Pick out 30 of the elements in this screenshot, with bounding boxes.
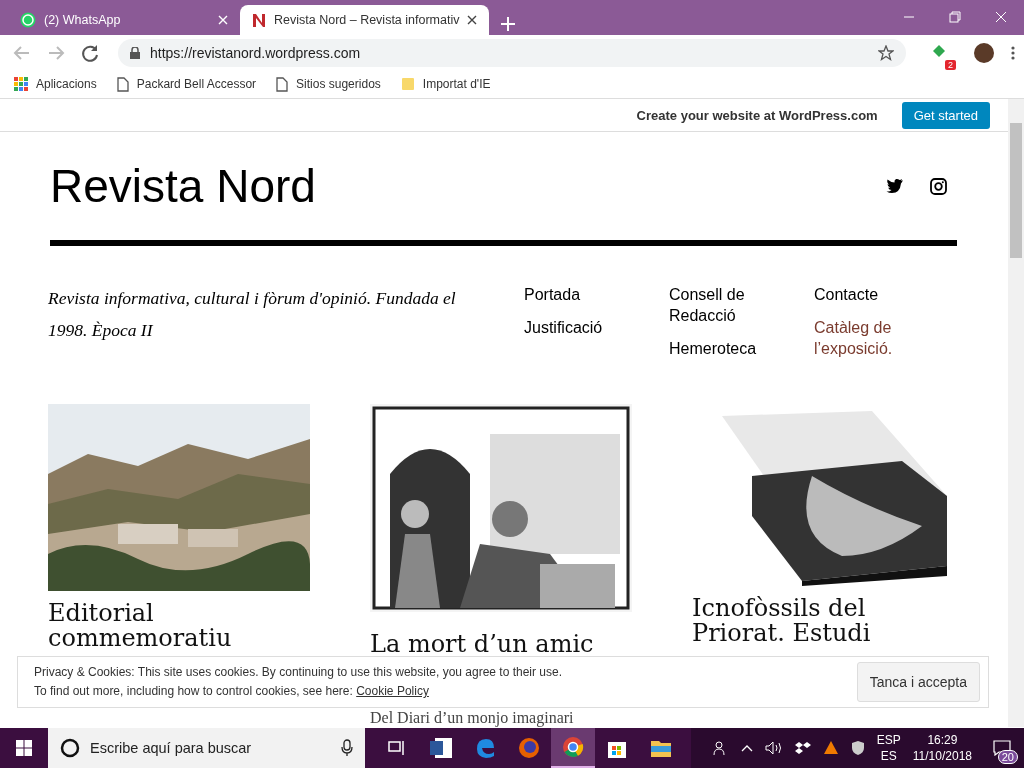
menu-link[interactable]: Consell de Redacció — [669, 284, 794, 326]
post-title[interactable]: La mort d’un amic — [370, 632, 632, 657]
cookie-policy-link[interactable]: Cookie Policy — [356, 684, 429, 698]
bookmark-link[interactable]: Sitios sugeridos — [296, 77, 381, 91]
promo-text: Create your website at WordPress.com — [636, 107, 878, 123]
cookie-text: Privacy & Cookies: This site uses cookies. By continuing to use this website, you agree to their use. — [34, 664, 564, 681]
post-excerpt: Del Diari d’un monjo imaginari — [370, 709, 575, 726]
menu-link[interactable]: Hemeroteca — [669, 338, 794, 359]
bookmark-link[interactable]: Aplicacions — [36, 77, 97, 91]
site-tagline: Revista informativa, cultural i fòrum d'opinió. Fundada el 1998. Època II — [48, 287, 457, 342]
menu-link[interactable]: Catàleg de l’exposició. — [814, 317, 939, 359]
notification-count: 20 — [997, 750, 1018, 764]
menu-link[interactable]: Contacte — [814, 284, 939, 305]
accept-button[interactable]: Tanca i accepta — [856, 662, 980, 702]
taskbar-search-field[interactable]: Escribe aquí para buscar — [48, 728, 365, 768]
post-title[interactable]: Editorial commemoratiu — [48, 601, 310, 651]
menu-link[interactable]: Portada — [524, 284, 649, 305]
post-title[interactable]: Icnofòssils del Priorat. Estudi — [692, 596, 956, 646]
extension-badge: 2 — [945, 59, 956, 70]
bookmark-link[interactable]: Packard Bell Accessor — [136, 77, 257, 91]
menu-link[interactable]: Justificació — [524, 317, 649, 338]
site-title[interactable]: Revista Nord — [50, 159, 316, 213]
browser-tab[interactable]: Revista Nord – Revista informativ — [240, 5, 490, 35]
language-indicator[interactable]: ESP ES — [876, 732, 901, 764]
bookmark-link[interactable]: Importat d'IE — [422, 77, 491, 91]
address-bar[interactable]: https://revistanord.wordpress.com — [118, 38, 906, 67]
get-started-button[interactable]: Get started — [901, 101, 990, 129]
clock[interactable]: 16:29 11/10/2018 — [912, 732, 972, 764]
browser-tab[interactable]: (2) WhatsApp — [8, 5, 240, 35]
cookie-text: To find out more, including how to control cookies, see here: Cookie Policy — [34, 683, 430, 700]
